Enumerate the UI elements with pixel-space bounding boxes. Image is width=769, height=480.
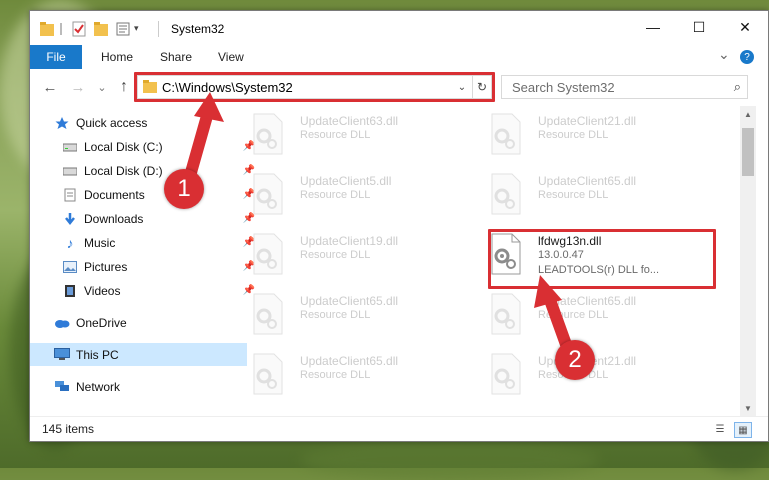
annotation-arrows [184,92,574,356]
arrow-2 [534,275,574,356]
arrow-1 [184,92,224,182]
step-1-badge: 1 [164,169,204,209]
step-2-badge: 2 [555,340,595,380]
